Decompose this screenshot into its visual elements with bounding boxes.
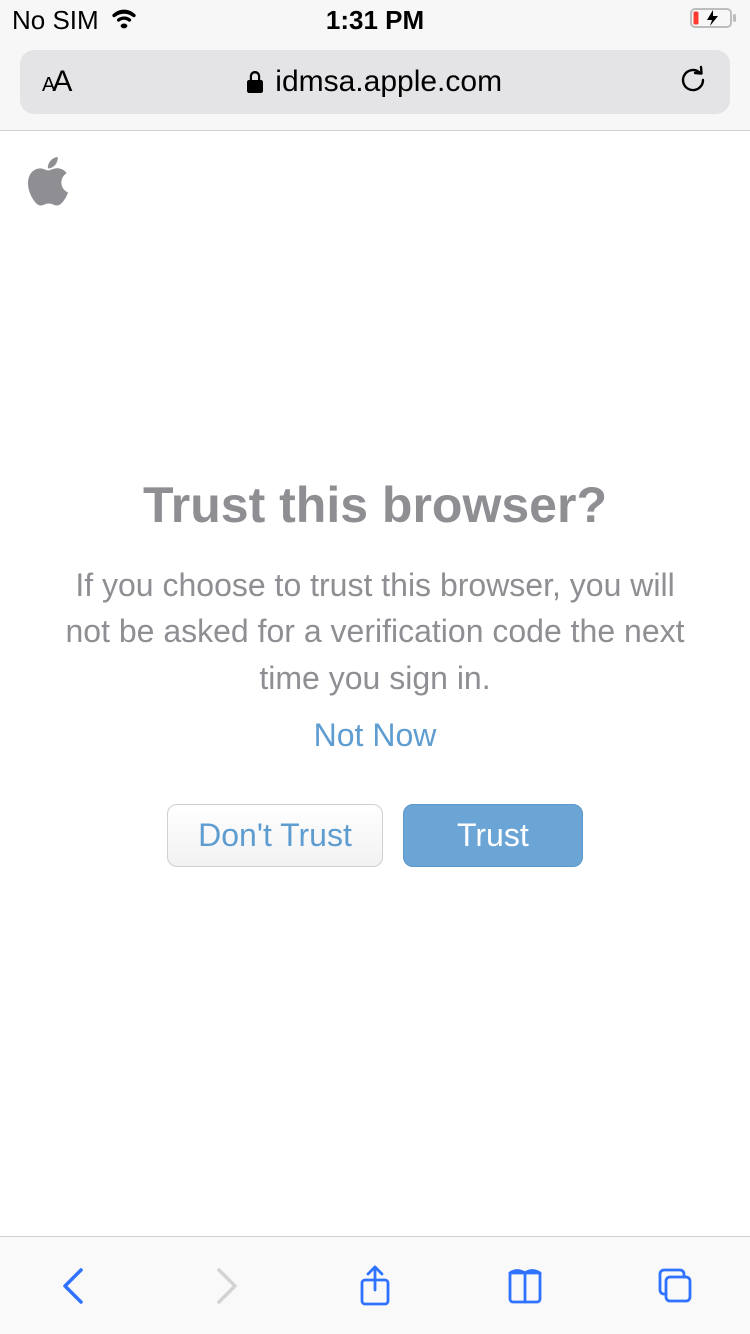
status-bar: No SIM 1:31 PM — [0, 0, 750, 40]
text-size-button[interactable]: AA — [42, 65, 69, 99]
trust-button[interactable]: Trust — [403, 804, 583, 867]
dont-trust-button[interactable]: Don't Trust — [167, 804, 383, 867]
bookmarks-button[interactable] — [503, 1264, 547, 1308]
forward-button[interactable] — [203, 1264, 247, 1308]
page-content: Trust this browser? If you choose to tru… — [0, 131, 750, 1237]
domain-text: idmsa.apple.com — [275, 65, 502, 99]
dialog-description: If you choose to trust this browser, you… — [50, 562, 700, 701]
not-now-link[interactable]: Not Now — [314, 717, 437, 754]
browser-chrome: AA idmsa.apple.com — [0, 40, 750, 131]
trust-browser-dialog: Trust this browser? If you choose to tru… — [0, 476, 750, 867]
status-right — [690, 5, 738, 36]
back-button[interactable] — [53, 1264, 97, 1308]
browser-toolbar — [0, 1236, 750, 1334]
apple-logo-icon — [26, 196, 72, 213]
header-logo-area — [0, 131, 750, 236]
reload-button[interactable] — [678, 64, 708, 101]
address-bar[interactable]: AA idmsa.apple.com — [20, 50, 730, 114]
url-display: idmsa.apple.com — [245, 65, 502, 99]
status-time: 1:31 PM — [326, 5, 424, 36]
dialog-button-row: Don't Trust Trust — [50, 804, 700, 867]
battery-low-charging-icon — [690, 5, 738, 36]
dialog-title: Trust this browser? — [50, 476, 700, 534]
carrier-text: No SIM — [12, 5, 99, 36]
lock-icon — [245, 70, 265, 94]
tabs-button[interactable] — [653, 1264, 697, 1308]
status-left: No SIM — [12, 5, 139, 36]
wifi-icon — [109, 5, 139, 36]
share-button[interactable] — [353, 1264, 397, 1308]
